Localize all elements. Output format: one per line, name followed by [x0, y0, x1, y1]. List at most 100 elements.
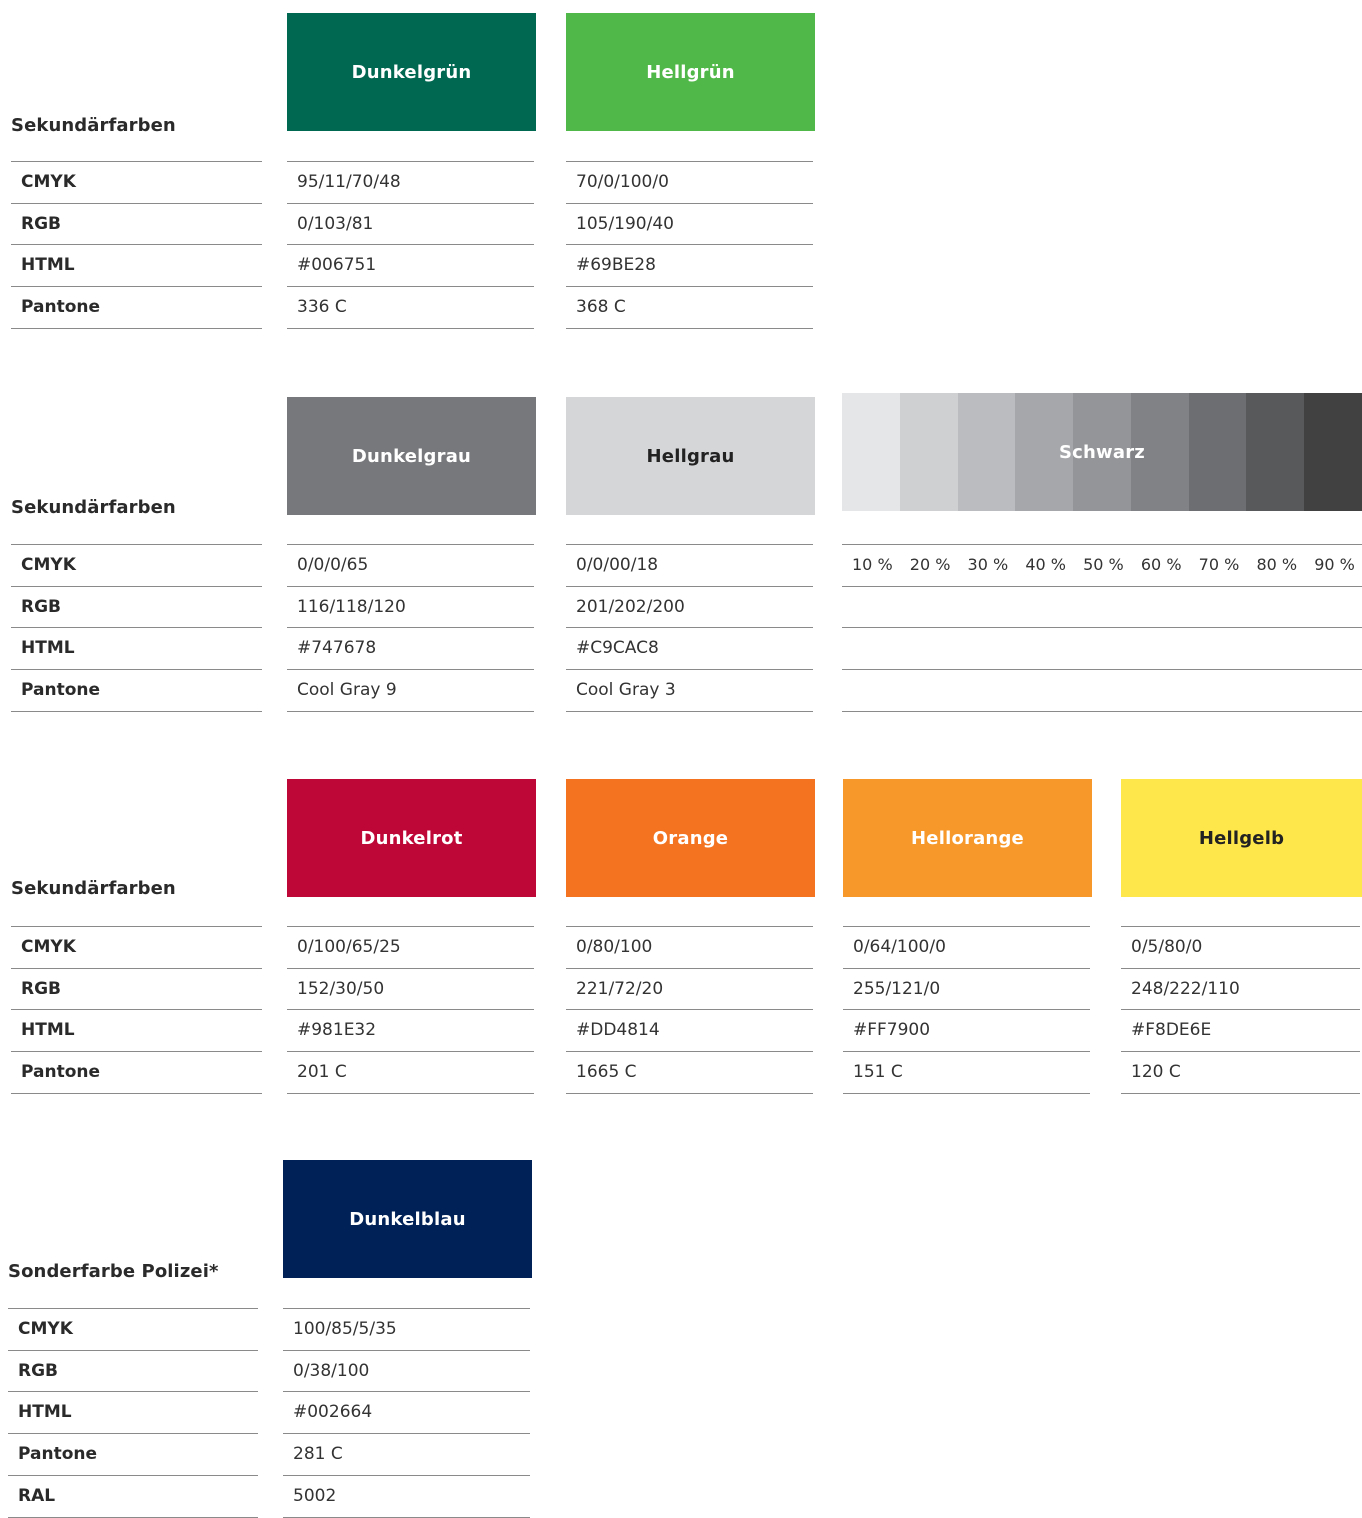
row-divider: [566, 1093, 813, 1094]
spec-label: CMYK: [18, 1318, 73, 1339]
color-swatch: Hellgelb: [1121, 779, 1362, 897]
spec-label: HTML: [18, 1401, 72, 1422]
spec-value: 105/190/40: [576, 213, 674, 234]
spec-label: Pantone: [18, 1443, 98, 1464]
color-name: Hellgrün: [646, 61, 735, 83]
spec-label: RGB: [18, 1360, 59, 1381]
spec-label: RGB: [21, 596, 62, 617]
color-name: Schwarz: [1059, 441, 1145, 463]
row-divider: [842, 669, 1362, 670]
spec-value: #69BE28: [576, 254, 656, 275]
spec-label: RGB: [21, 978, 62, 999]
spec-value: 221/72/20: [576, 978, 664, 999]
schwarz-label: Schwarz: [842, 393, 1362, 511]
spec-value: 95/11/70/48: [297, 171, 401, 192]
spec-value: 100/85/5/35: [293, 1318, 397, 1339]
spec-value: #FF7900: [853, 1019, 931, 1040]
row-divider: [566, 328, 813, 329]
tint-percentage: 90 %: [1314, 555, 1355, 574]
spec-label: Pantone: [21, 679, 101, 700]
row-divider: [842, 627, 1362, 628]
row-divider: [287, 711, 534, 712]
row-divider: [11, 1093, 262, 1094]
spec-value: #747678: [297, 637, 377, 658]
tint-percentage: 10 %: [852, 555, 893, 574]
color-swatch: Orange: [566, 779, 815, 897]
spec-value: 120 C: [1131, 1061, 1181, 1082]
color-name: Hellgrau: [646, 445, 735, 467]
tint-percentage: 40 %: [1025, 555, 1066, 574]
spec-value: 1665 C: [576, 1061, 637, 1082]
row-divider: [842, 544, 1362, 545]
spec-value: #C9CAC8: [576, 637, 659, 658]
color-swatch: Dunkelgrau: [287, 397, 536, 515]
spec-value: 201 C: [297, 1061, 347, 1082]
color-name: Dunkelgrün: [351, 61, 472, 83]
spec-value: #DD4814: [576, 1019, 660, 1040]
spec-value: 0/100/65/25: [297, 936, 401, 957]
row-divider: [11, 328, 262, 329]
spec-value: 70/0/100/0: [576, 171, 669, 192]
row-divider: [11, 711, 262, 712]
spec-label: CMYK: [21, 936, 76, 957]
spec-value: 152/30/50: [297, 978, 385, 999]
spec-label: HTML: [21, 1019, 75, 1040]
row-divider: [566, 711, 813, 712]
spec-value: #F8DE6E: [1131, 1019, 1212, 1040]
spec-value: 248/222/110: [1131, 978, 1240, 999]
color-name: Dunkelrot: [360, 827, 463, 849]
color-swatch: Hellgrün: [566, 13, 815, 131]
color-swatch: Dunkelblau: [283, 1160, 532, 1278]
spec-value: 151 C: [853, 1061, 903, 1082]
spec-value: 0/64/100/0: [853, 936, 946, 957]
spec-value: 255/121/0: [853, 978, 941, 999]
tint-percentage: 70 %: [1198, 555, 1240, 574]
spec-label: Pantone: [21, 296, 101, 317]
spec-value: 0/0/0/65: [297, 554, 369, 575]
tint-percentage: 30 %: [967, 555, 1009, 574]
spec-value: 0/38/100: [293, 1360, 370, 1381]
spec-label: CMYK: [21, 171, 76, 192]
section-title: Sekundärfarben: [11, 878, 176, 899]
spec-value: 0/5/80/0: [1131, 936, 1203, 957]
spec-value: Cool Gray 9: [297, 679, 397, 700]
spec-value: #006751: [297, 254, 377, 275]
color-name: Dunkelblau: [349, 1208, 466, 1230]
section-title: Sekundärfarben: [11, 497, 176, 518]
color-name: Orange: [652, 827, 729, 849]
row-divider: [287, 1093, 534, 1094]
spec-value: 116/118/120: [297, 596, 406, 617]
spec-label: Pantone: [21, 1061, 101, 1082]
spec-value: 0/103/81: [297, 213, 374, 234]
spec-value: 0/0/00/18: [576, 554, 659, 575]
spec-label: HTML: [21, 254, 75, 275]
spec-value: 0/80/100: [576, 936, 653, 957]
color-swatch: Hellgrau: [566, 397, 815, 515]
color-swatch: Hellorange: [843, 779, 1092, 897]
spec-value: 281 C: [293, 1443, 343, 1464]
color-name: Hellorange: [911, 827, 1024, 849]
spec-value: 201/202/200: [576, 596, 685, 617]
spec-label: HTML: [21, 637, 75, 658]
tint-percentage: 60 %: [1140, 555, 1182, 574]
spec-label: CMYK: [21, 554, 76, 575]
spec-label: RGB: [21, 213, 62, 234]
color-swatch: Dunkelrot: [287, 779, 536, 897]
section-title: Sekundärfarben: [11, 115, 176, 136]
row-divider: [1121, 1093, 1360, 1094]
tint-percentage: 20 %: [909, 555, 951, 574]
section-title: Sonderfarbe Polizei*: [8, 1261, 219, 1282]
color-name: Hellgelb: [1198, 827, 1285, 849]
row-divider: [843, 1093, 1090, 1094]
color-name: Dunkelgrau: [351, 445, 472, 467]
spec-value: #981E32: [297, 1019, 377, 1040]
row-divider: [287, 328, 534, 329]
tint-percentage: 50 %: [1083, 555, 1124, 574]
spec-value: #002664: [293, 1401, 373, 1422]
row-divider: [842, 586, 1362, 587]
spec-value: Cool Gray 3: [576, 679, 676, 700]
row-divider: [842, 711, 1362, 712]
tint-percentage: 80 %: [1256, 555, 1298, 574]
color-swatch: Dunkelgrün: [287, 13, 536, 131]
spec-value: 336 C: [297, 296, 347, 317]
